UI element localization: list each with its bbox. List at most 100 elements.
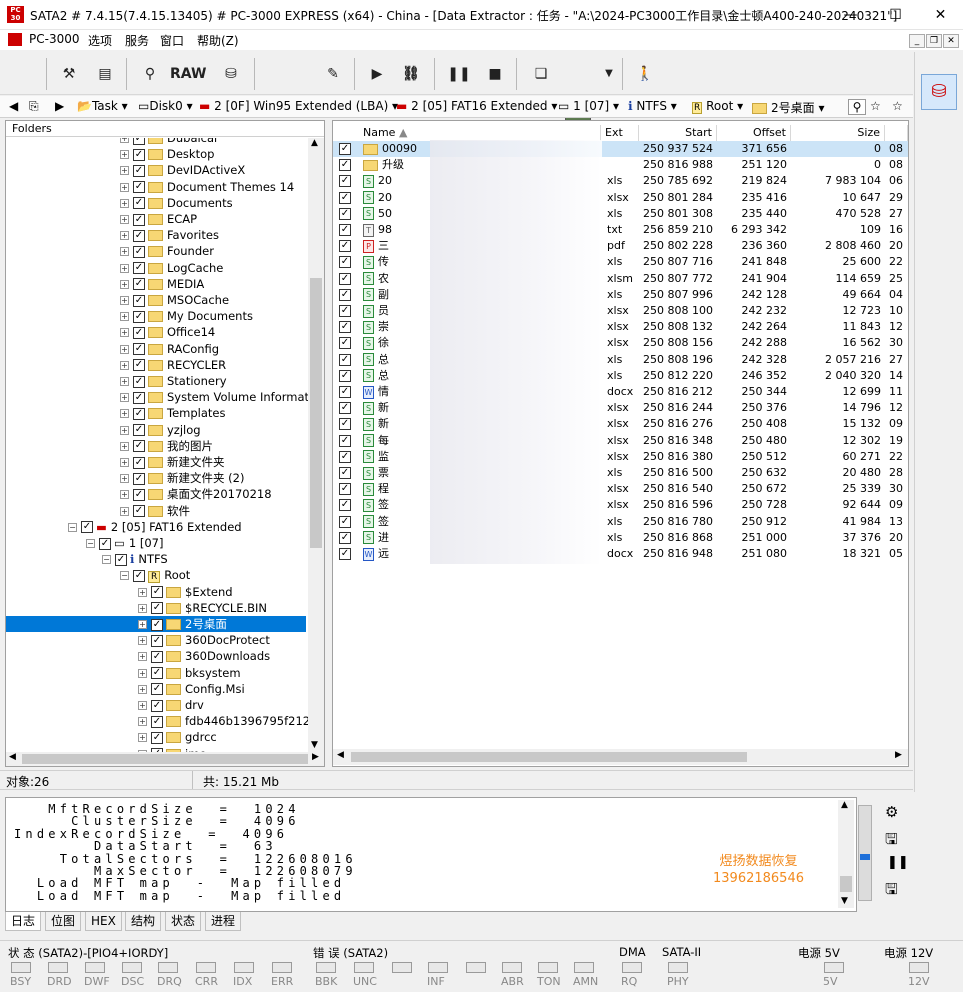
expand-toggle-icon[interactable]: + [138, 620, 147, 629]
tab-log[interactable]: 日志 [5, 912, 42, 931]
column-size[interactable]: Size [791, 125, 885, 141]
file-checkbox[interactable]: ✓ [339, 175, 351, 188]
menu-service[interactable]: 服务 [125, 32, 149, 49]
folder-tree-item[interactable]: − ✓ ▭ 1 [07] [86, 535, 163, 551]
file-checkbox[interactable]: ✓ [339, 499, 351, 512]
checkbox[interactable]: ✓ [133, 569, 145, 582]
tab-process[interactable]: 进程 [205, 912, 242, 931]
file-row[interactable]: ✓ S 员 xlsx 250 808 100 242 232 12 723 10 [333, 303, 908, 319]
expand-toggle-icon[interactable]: + [120, 441, 129, 451]
expand-toggle-icon[interactable]: + [120, 263, 129, 273]
menu-options[interactable]: 选项 [88, 32, 112, 49]
folder-tree-item[interactable]: + ✓ Office14 [120, 324, 215, 340]
mdi-close-icon[interactable]: ✕ [943, 34, 959, 48]
file-row[interactable]: ✓ S 签 xlsx 250 816 596 250 728 92 644 09 [333, 497, 908, 513]
star-icon[interactable]: ☆ [892, 99, 903, 113]
expand-toggle-icon[interactable]: + [120, 198, 129, 208]
file-checkbox[interactable]: ✓ [339, 207, 351, 220]
file-row[interactable]: ✓ S 农 xlsm 250 807 772 241 904 114 659 25 [333, 271, 908, 287]
column-ext[interactable]: Ext [601, 125, 639, 141]
settings-disk-icon[interactable]: ⚙ [885, 803, 898, 821]
checkbox[interactable]: ✓ [151, 667, 163, 680]
checkbox[interactable]: ✓ [99, 537, 111, 550]
checkbox[interactable]: ✓ [133, 294, 145, 307]
disk-icon[interactable]: ⛁ [218, 60, 244, 88]
file-row[interactable]: ✓ S 新 xlsx 250 816 244 250 376 14 796 12 [333, 400, 908, 416]
minimize-button[interactable]: — [828, 0, 873, 30]
checkbox[interactable]: ✓ [133, 262, 145, 275]
file-row[interactable]: ✓ T 98 txt 256 859 210 6 293 342 109 16 [333, 222, 908, 238]
file-checkbox[interactable]: ✓ [339, 515, 351, 528]
path-partition-1[interactable]: ▭ 1 [07] ▾ [558, 99, 619, 113]
expand-toggle-icon[interactable]: + [120, 182, 129, 192]
folder-tree-item[interactable]: + ✓ yzjlog [120, 422, 201, 438]
file-row[interactable]: ✓ S 新 xlsx 250 816 276 250 408 15 132 09 [333, 416, 908, 432]
path-task[interactable]: 📂Task ▾ [77, 99, 128, 113]
expand-toggle-icon[interactable]: + [120, 247, 129, 257]
menu-pc3000[interactable]: PC-3000 [29, 32, 79, 46]
stop-icon[interactable]: ■ [482, 60, 508, 88]
checkbox[interactable]: ✓ [133, 440, 145, 453]
checkbox[interactable]: ✓ [151, 650, 163, 663]
folder-tree-item[interactable]: + ✓ DevIDActiveX [120, 162, 245, 178]
menu-window[interactable]: 窗口 [160, 32, 184, 49]
file-checkbox[interactable]: ✓ [339, 256, 351, 269]
checkbox[interactable]: ✓ [133, 229, 145, 242]
expand-toggle-icon[interactable]: − [120, 571, 129, 581]
checkbox[interactable]: ✓ [151, 586, 163, 599]
expand-toggle-icon[interactable]: + [138, 668, 147, 678]
network-icon[interactable]: ⛓ [398, 60, 424, 88]
checkbox[interactable]: ✓ [81, 521, 93, 534]
back-arrow-icon[interactable]: ◀ [9, 99, 18, 113]
folder-tree-item[interactable]: + ✓ Stationery [120, 373, 227, 389]
file-row[interactable]: ✓ S 每 xlsx 250 816 348 250 480 12 302 19 [333, 433, 908, 449]
folder-vertical-scrollbar[interactable]: ▲ ▼ [308, 138, 324, 752]
expand-toggle-icon[interactable]: + [120, 409, 129, 419]
column-offset[interactable]: Offset [717, 125, 791, 141]
checkbox[interactable]: ✓ [133, 505, 145, 518]
file-checkbox[interactable]: ✓ [339, 224, 351, 236]
folder-tree-item[interactable]: + ✓ MEDIA [120, 276, 204, 292]
folder-tree-item[interactable]: + ✓ 我的图片 [120, 438, 213, 454]
checkbox[interactable]: ✓ [133, 326, 145, 339]
checkbox[interactable]: ✓ [133, 197, 145, 210]
expand-toggle-icon[interactable]: + [120, 279, 129, 289]
expand-toggle-icon[interactable]: + [120, 474, 129, 484]
expand-toggle-icon[interactable]: + [138, 603, 147, 613]
path-win95-extended[interactable]: ▬ 2 [0F] Win95 Extended (LBA) ▾ [199, 99, 398, 113]
folder-tree-item[interactable]: + ✓ Templates [120, 405, 225, 421]
path-fat16-extended[interactable]: ▬ 2 [05] FAT16 Extended ▾ [396, 99, 557, 113]
expand-toggle-icon[interactable]: + [138, 652, 147, 662]
folder-horizontal-scrollbar[interactable]: ◀ ▶ [6, 752, 324, 766]
expand-toggle-icon[interactable]: + [120, 328, 129, 338]
star-filter-icon[interactable]: ☆ [870, 99, 881, 113]
file-checkbox[interactable]: ✓ [339, 191, 351, 204]
folder-tree-item[interactable]: + ✓ MSOCache [120, 292, 229, 308]
expand-toggle-icon[interactable]: + [138, 733, 147, 743]
folder-tree-item[interactable]: − ✓ R Root [120, 567, 190, 584]
edit-icon[interactable]: ✎ [320, 60, 346, 88]
level-slider-track[interactable] [858, 805, 872, 901]
expand-toggle-icon[interactable]: + [120, 506, 129, 516]
file-checkbox[interactable]: ✓ [339, 240, 351, 253]
file-checkbox[interactable]: ✓ [339, 159, 351, 172]
expand-toggle-icon[interactable]: + [120, 166, 129, 176]
folder-tree-item[interactable]: + ✓ fdb446b1396795f21245be [138, 713, 308, 729]
expand-toggle-icon[interactable]: + [138, 701, 147, 710]
column-time[interactable] [885, 125, 908, 141]
tools-icon[interactable]: ⚒ [56, 60, 82, 88]
checkbox[interactable]: ✓ [133, 407, 145, 420]
checkbox[interactable]: ✓ [133, 375, 145, 388]
file-checkbox[interactable]: ✓ [339, 386, 351, 398]
file-checkbox[interactable]: ✓ [339, 143, 351, 155]
checkbox[interactable]: ✓ [151, 699, 163, 712]
folder-tree-item[interactable]: + ✓ 新建文件夹 [120, 454, 225, 470]
checkbox[interactable]: ✓ [151, 715, 163, 728]
path-disk0[interactable]: ▭Disk0 ▾ [138, 99, 193, 113]
tab-bitmap[interactable]: 位图 [45, 912, 82, 931]
file-row[interactable]: ✓ W 情 docx 250 816 212 250 344 12 699 11 [333, 384, 908, 400]
exit-icon[interactable]: 🚶 [632, 60, 658, 88]
folder-tree-item[interactable]: + ✓ System Volume Information [120, 389, 308, 405]
checkbox[interactable]: ✓ [133, 310, 145, 323]
folder-tree-item[interactable]: + ✓ Dubaicar [120, 138, 219, 146]
